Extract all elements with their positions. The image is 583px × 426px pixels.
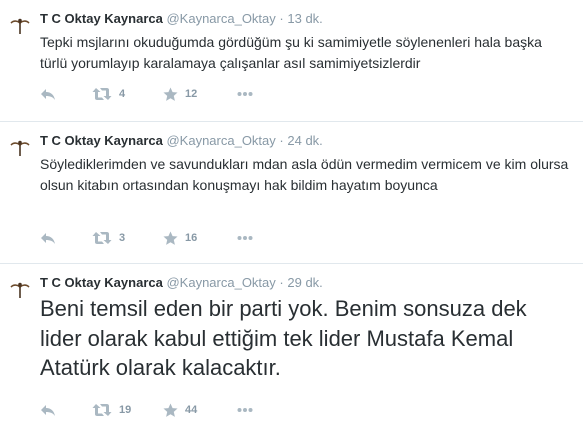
reply-icon: [41, 405, 55, 416]
reply-button[interactable]: [40, 230, 56, 246]
tweet-header: T C Oktay Kaynarca @Kaynarca_Oktay · 24 …: [40, 133, 323, 149]
star-icon: [163, 230, 178, 245]
retweet-icon: [92, 88, 112, 100]
star-icon: [163, 402, 178, 417]
tweet: T C Oktay Kaynarca @Kaynarca_Oktay · 29 …: [0, 264, 583, 426]
retweet-button[interactable]: 4: [92, 86, 125, 102]
tweet-header: T C Oktay Kaynarca @Kaynarca_Oktay · 13 …: [40, 11, 323, 27]
retweet-count: 3: [119, 232, 126, 244]
separator-dot: ·: [279, 275, 284, 290]
reply-button[interactable]: [40, 402, 56, 418]
timestamp[interactable]: 24 dk.: [287, 133, 322, 148]
star-icon: [163, 86, 178, 101]
tweet-text: Beni temsil eden bir parti yok. Benim so…: [40, 296, 527, 380]
favorite-count: 44: [185, 404, 198, 416]
favorite-button[interactable]: 12: [163, 86, 197, 102]
retweet-icon: [92, 232, 112, 244]
tweet-text: Söylediklerimden ve savundukları mdan as…: [40, 156, 569, 193]
favorite-button[interactable]: 16: [163, 230, 197, 246]
retweet-count: 19: [119, 404, 132, 416]
timestamp[interactable]: 13 dk.: [287, 11, 322, 26]
avatar[interactable]: [9, 278, 31, 300]
reply-icon: [41, 89, 55, 100]
favorite-count: 16: [185, 232, 198, 244]
favorite-count: 12: [185, 88, 198, 100]
username[interactable]: @Kaynarca_Oktay: [166, 275, 275, 290]
tweet-text: Tepki msjlarını okuduğumda gördüğüm şu k…: [40, 34, 542, 71]
avatar[interactable]: [9, 14, 31, 36]
more-options-icon[interactable]: [237, 235, 253, 241]
display-name[interactable]: T C Oktay Kaynarca: [40, 133, 163, 148]
tweet: T C Oktay Kaynarca @Kaynarca_Oktay · 24 …: [0, 122, 583, 264]
separator-dot: ·: [279, 133, 284, 148]
separator-dot: ·: [279, 11, 284, 26]
more-options-icon[interactable]: [237, 91, 253, 97]
reply-button[interactable]: [40, 86, 56, 102]
retweet-button[interactable]: 3: [92, 230, 125, 246]
timestamp[interactable]: 29 dk.: [287, 275, 322, 290]
retweet-button[interactable]: 19: [92, 402, 131, 418]
retweet-count: 4: [119, 88, 126, 100]
retweet-icon: [92, 404, 112, 416]
avatar[interactable]: [9, 136, 31, 158]
username[interactable]: @Kaynarca_Oktay: [166, 133, 275, 148]
favorite-button[interactable]: 44: [163, 402, 197, 418]
display-name[interactable]: T C Oktay Kaynarca: [40, 11, 163, 26]
display-name[interactable]: T C Oktay Kaynarca: [40, 275, 163, 290]
more-options-icon[interactable]: [237, 407, 253, 413]
username[interactable]: @Kaynarca_Oktay: [166, 11, 275, 26]
tweet-header: T C Oktay Kaynarca @Kaynarca_Oktay · 29 …: [40, 275, 323, 291]
tweet: T C Oktay Kaynarca @Kaynarca_Oktay · 13 …: [0, 0, 583, 122]
reply-icon: [41, 233, 55, 244]
